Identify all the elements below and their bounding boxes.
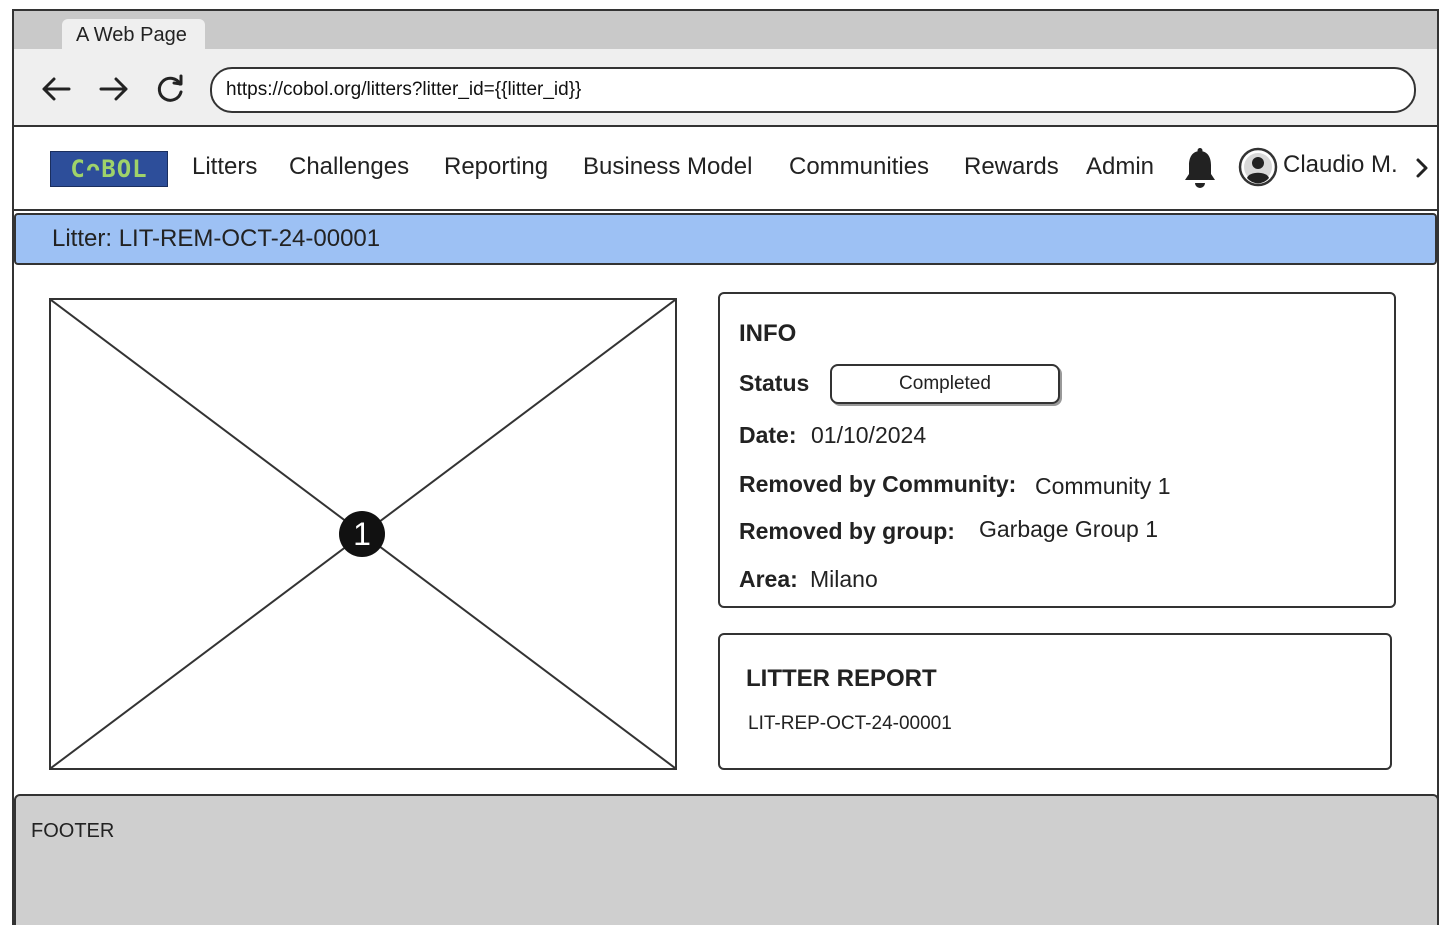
browser-tab[interactable]: A Web Page [62, 19, 205, 51]
nav-item-communities[interactable]: Communities [789, 153, 929, 181]
area-label: Area: [739, 566, 798, 592]
footer: FOOTER [14, 794, 1439, 925]
community-value: Community 1 [1035, 473, 1171, 499]
nav-item-business-model[interactable]: Business Model [583, 153, 752, 181]
url-input[interactable]: https://cobol.org/litters?litter_id={{li… [210, 67, 1416, 113]
report-heading: LITTER REPORT [746, 665, 937, 692]
date-label: Date: [739, 422, 797, 448]
chevron-right-icon[interactable] [1412, 153, 1432, 183]
browser-chrome: A Web Page https://cobol.org/litters?lit… [14, 11, 1437, 127]
nav-item-challenges[interactable]: Challenges [289, 153, 409, 181]
page-title-bar: Litter: LIT-REM-OCT-24-00001 [14, 213, 1437, 265]
area-value: Milano [810, 566, 878, 592]
back-arrow-icon[interactable] [36, 69, 76, 109]
tab-strip: A Web Page [14, 11, 1437, 51]
community-label: Removed by Community: [739, 471, 1017, 497]
nav-item-rewards[interactable]: Rewards [964, 153, 1059, 181]
litter-report-card: LITTER REPORT LIT-REP-OCT-24-00001 [718, 633, 1392, 770]
forward-arrow-icon[interactable] [94, 69, 134, 109]
status-button[interactable]: Completed [830, 364, 1060, 404]
user-avatar-icon[interactable] [1238, 147, 1278, 187]
logo-text: CᴖBOL [70, 155, 148, 183]
address-bar-area: https://cobol.org/litters?litter_id={{li… [14, 49, 1437, 125]
footer-label: FOOTER [31, 820, 115, 842]
info-heading: INFO [739, 320, 797, 347]
page-title: Litter: LIT-REM-OCT-24-00001 [52, 225, 381, 252]
group-label: Removed by group: [739, 518, 955, 544]
nav-item-reporting[interactable]: Reporting [444, 153, 548, 181]
reload-icon[interactable] [150, 69, 190, 109]
status-label: Status [739, 370, 810, 396]
report-code-link[interactable]: LIT-REP-OCT-24-00001 [748, 713, 952, 735]
nav-item-litters[interactable]: Litters [192, 153, 257, 181]
date-value: 01/10/2024 [811, 422, 927, 448]
app-navbar: CᴖBOL Litters Challenges Reporting Busin… [14, 129, 1437, 211]
user-name[interactable]: Claudio M. [1283, 151, 1398, 179]
browser-window: A Web Page https://cobol.org/litters?lit… [12, 9, 1439, 925]
annotation-badge: 1 [339, 511, 385, 557]
nav-item-admin[interactable]: Admin [1086, 153, 1154, 181]
bell-icon[interactable] [1182, 147, 1218, 191]
info-card: INFO Status Completed Date: 01/10/2024 R… [718, 292, 1396, 608]
group-value: Garbage Group 1 [979, 516, 1159, 542]
cobol-logo[interactable]: CᴖBOL [50, 151, 168, 187]
